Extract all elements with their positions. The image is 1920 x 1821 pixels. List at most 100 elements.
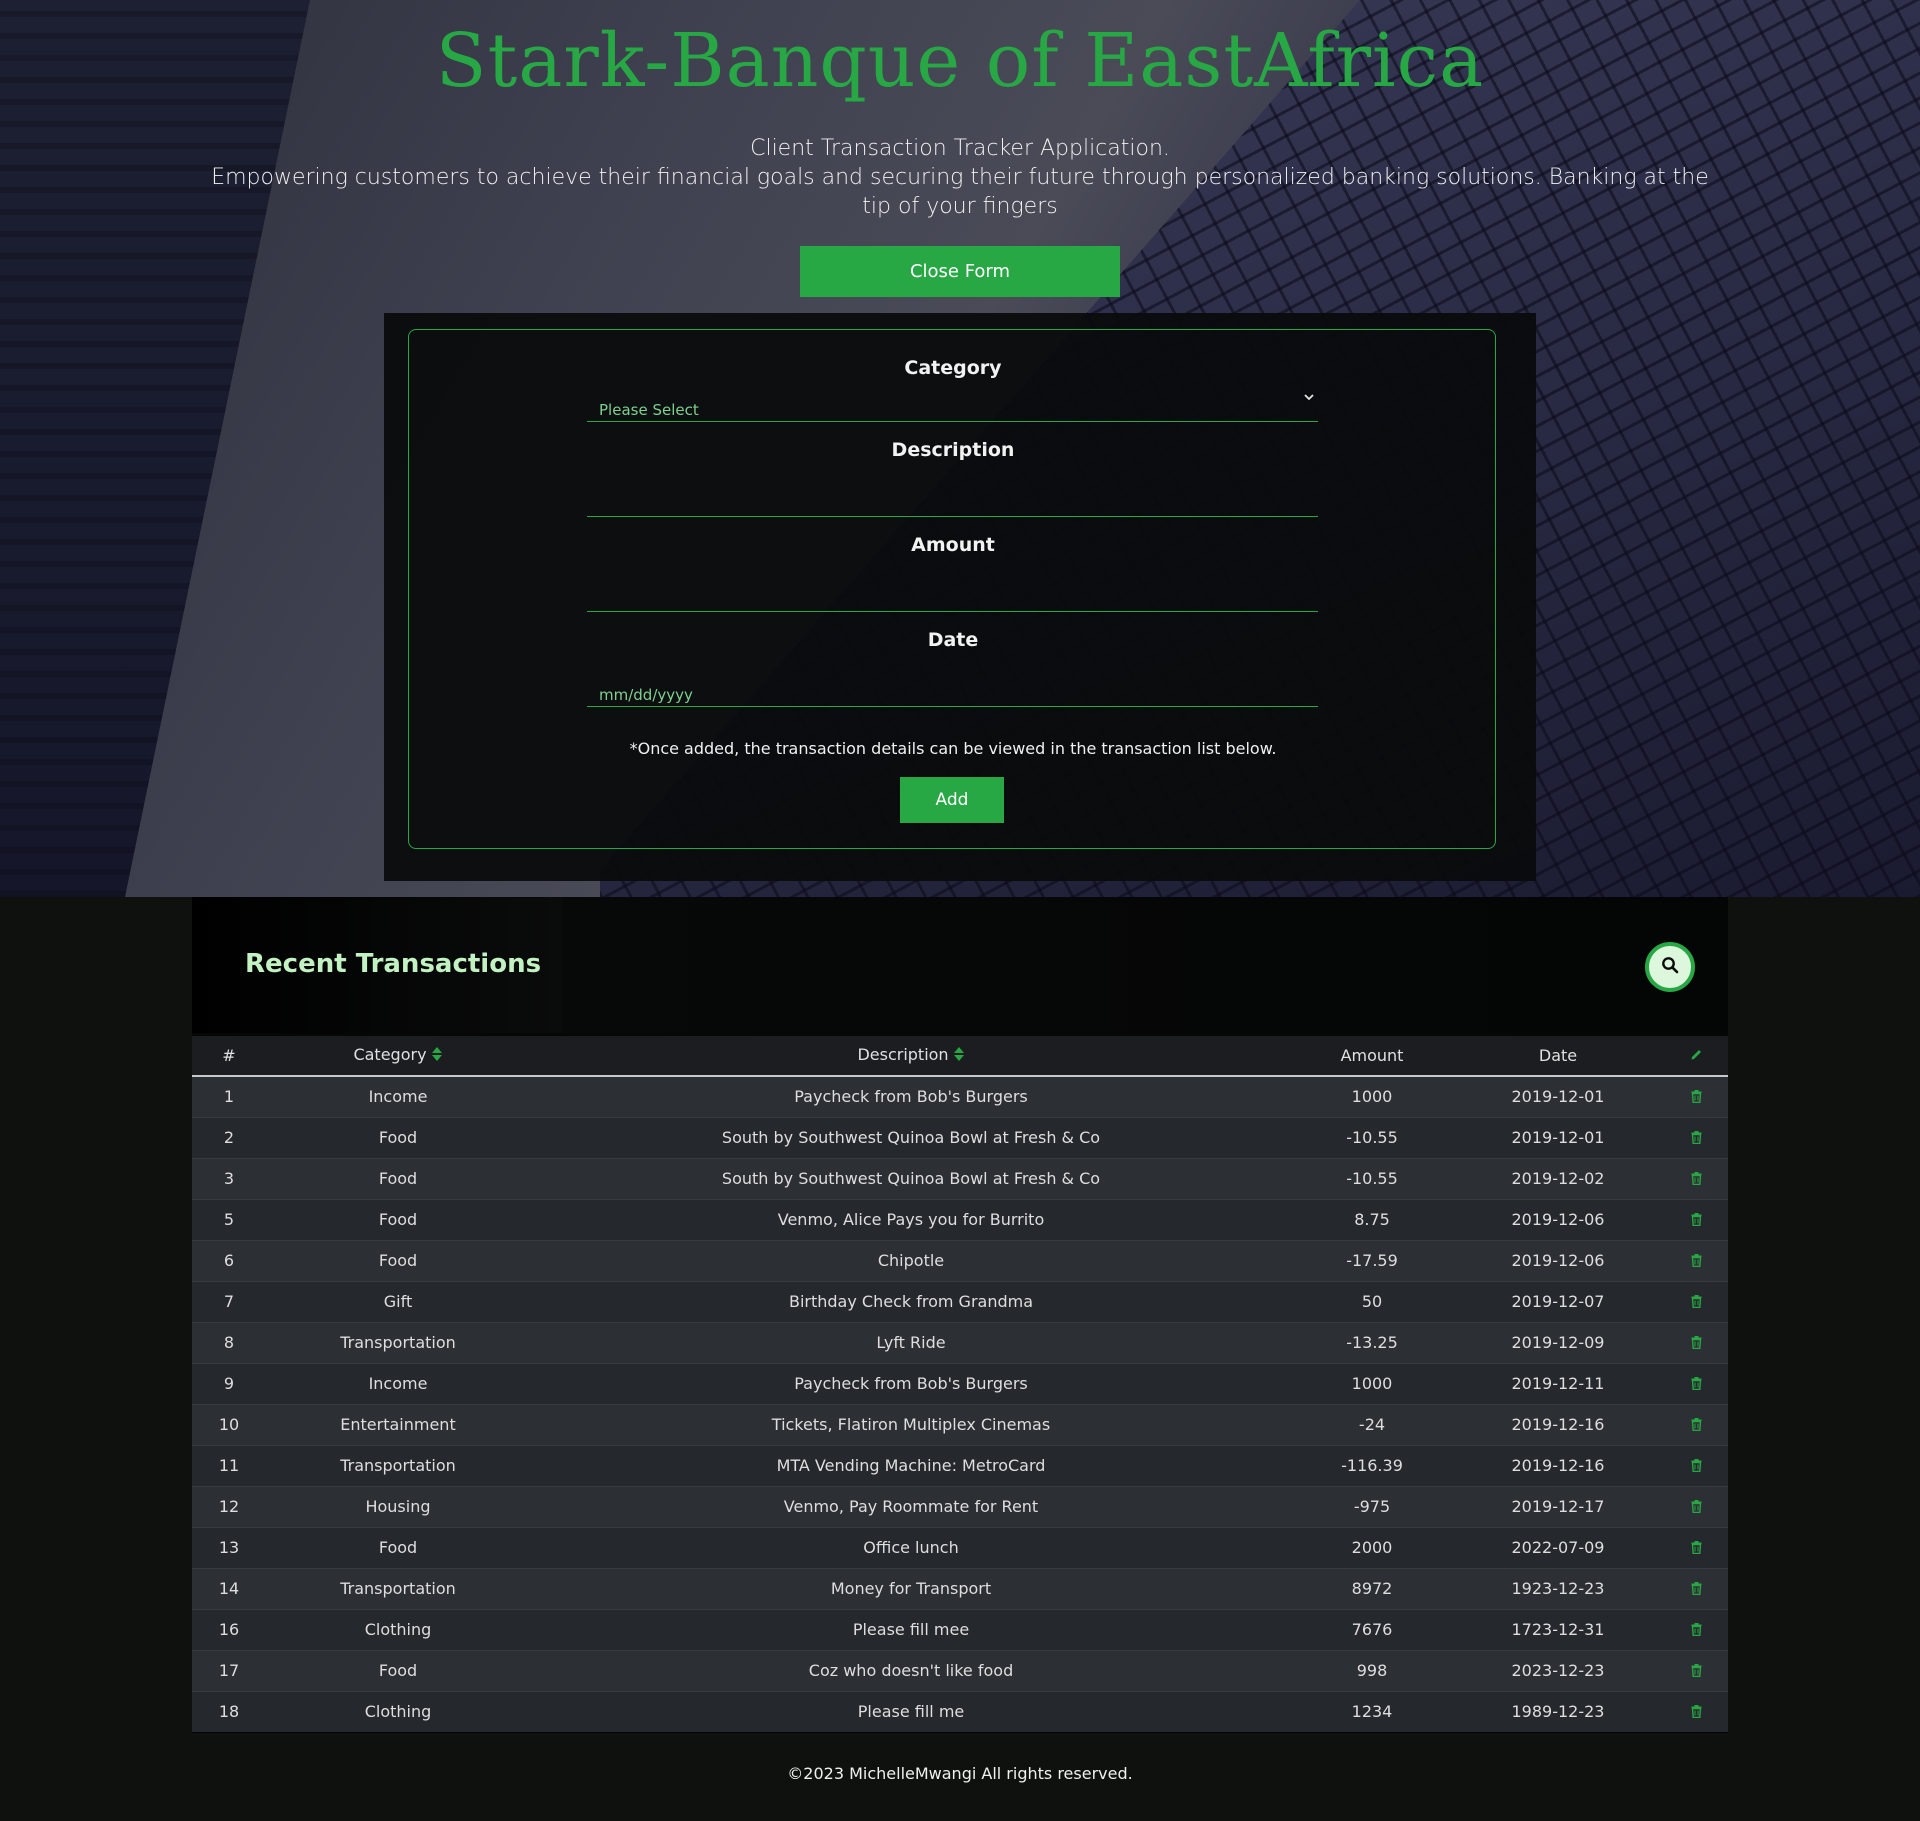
cell-category: Gift xyxy=(266,1280,530,1322)
trash-icon[interactable] xyxy=(1691,1416,1702,1435)
trash-icon[interactable] xyxy=(1691,1457,1702,1476)
cell-number: 17 xyxy=(192,1649,266,1691)
cell-amount: -13.25 xyxy=(1292,1321,1452,1363)
cell-amount: 1000 xyxy=(1292,1362,1452,1404)
cell-number: 10 xyxy=(192,1403,266,1445)
form-note: *Once added, the transaction details can… xyxy=(629,739,1277,758)
cell-actions xyxy=(1664,1444,1728,1486)
description-label: Description xyxy=(891,439,1015,461)
cell-date: 2019-12-06 xyxy=(1452,1239,1664,1281)
pencil-icon[interactable] xyxy=(1690,1046,1703,1065)
cell-description: Coz who doesn't like food xyxy=(530,1649,1292,1691)
trash-icon[interactable] xyxy=(1691,1293,1702,1312)
amount-input[interactable] xyxy=(587,572,1318,612)
trash-icon[interactable] xyxy=(1691,1662,1702,1681)
search-button[interactable] xyxy=(1645,942,1695,992)
cell-date: 2019-12-07 xyxy=(1452,1280,1664,1322)
cell-actions xyxy=(1664,1157,1728,1199)
category-label: Category xyxy=(904,357,1002,379)
trash-icon[interactable] xyxy=(1691,1252,1702,1271)
cell-actions xyxy=(1664,1280,1728,1322)
table-row: 8 Transportation Lyft Ride -13.25 2019-12-09 xyxy=(192,1321,1728,1363)
cell-description: Please fill me xyxy=(530,1690,1292,1732)
cell-description: Chipotle xyxy=(530,1239,1292,1281)
cell-description: South by Southwest Quinoa Bowl at Fresh … xyxy=(530,1116,1292,1158)
cell-category: Food xyxy=(266,1198,530,1240)
cell-date: 2019-12-02 xyxy=(1452,1157,1664,1199)
cell-category: Food xyxy=(266,1239,530,1281)
column-header-category[interactable]: Category xyxy=(266,1036,530,1077)
column-header-date: Date xyxy=(1452,1036,1664,1077)
trash-icon[interactable] xyxy=(1691,1621,1702,1640)
cell-number: 8 xyxy=(192,1321,266,1363)
table-row: 14 Transportation Money for Transport 8972 1… xyxy=(192,1567,1728,1609)
column-header-amount: Amount xyxy=(1292,1036,1452,1077)
trash-icon[interactable] xyxy=(1691,1539,1702,1558)
trash-icon[interactable] xyxy=(1691,1088,1702,1107)
column-header-number: # xyxy=(192,1036,266,1077)
table-row: 12 Housing Venmo, Pay Roommate for Rent -97… xyxy=(192,1485,1728,1527)
cell-actions xyxy=(1664,1485,1728,1527)
close-form-button[interactable]: Close Form xyxy=(800,246,1120,297)
cell-amount: -10.55 xyxy=(1292,1116,1452,1158)
cell-actions xyxy=(1664,1362,1728,1404)
cell-date: 1723-12-31 xyxy=(1452,1608,1664,1650)
cell-amount: -24 xyxy=(1292,1403,1452,1445)
trash-icon[interactable] xyxy=(1691,1375,1702,1394)
table-row: 5 Food Venmo, Alice Pays you for Burrito 8.… xyxy=(192,1198,1728,1240)
cell-date: 2019-12-09 xyxy=(1452,1321,1664,1363)
cell-date: 2019-12-16 xyxy=(1452,1444,1664,1486)
sort-icon[interactable] xyxy=(953,1046,965,1066)
trash-icon[interactable] xyxy=(1691,1211,1702,1230)
transactions-table-body: 1 Income Paycheck from Bob's Burgers 1000 20… xyxy=(192,1075,1728,1732)
cell-date: 2019-12-01 xyxy=(1452,1116,1664,1158)
cell-actions xyxy=(1664,1526,1728,1568)
footer-copyright: ©2023 MichelleMwangi All rights reserved… xyxy=(787,1764,1133,1783)
hero-section: Stark-Banque of EastAfrica Client Transa… xyxy=(0,0,1920,897)
category-select[interactable]: Please Select xyxy=(587,382,1318,422)
cell-number: 13 xyxy=(192,1526,266,1568)
cell-category: Food xyxy=(266,1526,530,1568)
trash-icon[interactable] xyxy=(1691,1703,1702,1722)
subtitle-line-1: Client Transaction Tracker Application. xyxy=(750,136,1170,161)
transaction-form: Category Please Select Description Amoun… xyxy=(408,329,1496,849)
date-input[interactable]: mm/dd/yyyy xyxy=(587,667,1318,707)
cell-category: Transportation xyxy=(266,1321,530,1363)
trash-icon[interactable] xyxy=(1691,1334,1702,1353)
cell-actions xyxy=(1664,1690,1728,1732)
description-input[interactable] xyxy=(587,477,1318,517)
trash-icon[interactable] xyxy=(1691,1580,1702,1599)
cell-description: Lyft Ride xyxy=(530,1321,1292,1363)
cell-amount: 8972 xyxy=(1292,1567,1452,1609)
table-row: 13 Food Office lunch 2000 2022-07-09 xyxy=(192,1526,1728,1568)
cell-amount: 1234 xyxy=(1292,1690,1452,1732)
trash-icon[interactable] xyxy=(1691,1498,1702,1517)
trash-icon[interactable] xyxy=(1691,1129,1702,1148)
cell-amount: -116.39 xyxy=(1292,1444,1452,1486)
table-row: 9 Income Paycheck from Bob's Burgers 1000 20… xyxy=(192,1362,1728,1404)
cell-amount: 2000 xyxy=(1292,1526,1452,1568)
cell-description: MTA Vending Machine: MetroCard xyxy=(530,1444,1292,1486)
table-row: 11 Transportation MTA Vending Machine: Met… xyxy=(192,1444,1728,1486)
cell-amount: -10.55 xyxy=(1292,1157,1452,1199)
sort-icon[interactable] xyxy=(431,1046,443,1066)
cell-number: 16 xyxy=(192,1608,266,1650)
cell-category: Income xyxy=(266,1075,530,1117)
amount-label: Amount xyxy=(911,534,995,556)
table-row: 17 Food Coz who doesn't like food 998 2023-1… xyxy=(192,1649,1728,1691)
table-row: 10 Entertainment Tickets, Flatiron Multipl… xyxy=(192,1403,1728,1445)
cell-actions xyxy=(1664,1239,1728,1281)
add-button[interactable]: Add xyxy=(900,777,1004,823)
cell-date: 2019-12-17 xyxy=(1452,1485,1664,1527)
cell-actions xyxy=(1664,1649,1728,1691)
column-header-description[interactable]: Description xyxy=(530,1036,1292,1077)
cell-number: 2 xyxy=(192,1116,266,1158)
cell-category: Clothing xyxy=(266,1608,530,1650)
cell-description: Office lunch xyxy=(530,1526,1292,1568)
cell-date: 2019-12-11 xyxy=(1452,1362,1664,1404)
column-header-actions xyxy=(1664,1036,1728,1077)
cell-amount: 8.75 xyxy=(1292,1198,1452,1240)
transactions-section: Recent Transactions # Category Descripti… xyxy=(192,897,1728,1733)
trash-icon[interactable] xyxy=(1691,1170,1702,1189)
transactions-header: Recent Transactions xyxy=(192,897,1728,1033)
